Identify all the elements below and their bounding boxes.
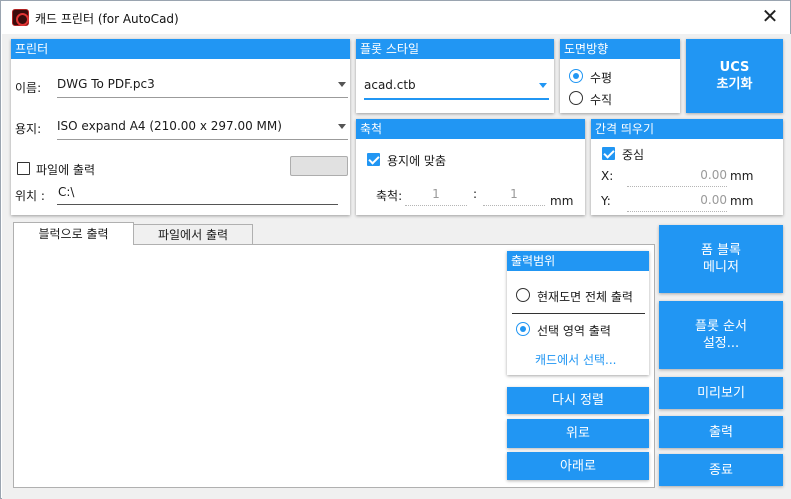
move-down-button[interactable]: 아래로	[507, 452, 649, 480]
printer-name-value: DWG To PDF.pc3	[57, 77, 155, 91]
offset-y-unit: mm	[730, 194, 754, 208]
scale-left-field[interactable]: 1	[405, 187, 467, 206]
offset-x-field[interactable]: 0.00	[627, 168, 727, 187]
paper-size-value: ISO expand A4 (210.00 x 297.00 MM)	[57, 119, 282, 133]
printer-name-select[interactable]: DWG To PDF.pc3	[57, 77, 348, 98]
plot-style-select[interactable]: acad.ctb	[364, 78, 549, 100]
print-to-file-checkbox[interactable]	[17, 162, 30, 175]
paper-label: 용지:	[15, 122, 42, 136]
plot-style-header: 플롯 스타일	[356, 39, 554, 59]
browse-location-button[interactable]	[290, 156, 348, 176]
scale-right-field[interactable]: 1	[483, 187, 545, 206]
close-icon[interactable]: ✕	[758, 5, 782, 29]
orientation-horizontal-label: 수평	[590, 71, 613, 85]
print-button[interactable]: 출력	[659, 416, 783, 448]
chevron-down-icon	[338, 82, 346, 87]
scale-unit-label: mm	[550, 194, 574, 208]
print-range-panel: 출력범위 현재도면 전체 출력 선택 영역 출력 캐드에서 선택...	[507, 251, 649, 375]
print-all-radio[interactable]	[516, 288, 530, 302]
printer-panel-header: 프린터	[11, 39, 350, 59]
orientation-header: 도면방향	[560, 39, 680, 59]
print-all-label: 현재도면 전체 출력	[537, 290, 633, 304]
offset-header: 간격 띄우기	[591, 119, 783, 139]
printer-name-label: 이름:	[15, 81, 42, 95]
offset-panel: 간격 띄우기 중심 X: 0.00 mm Y: 0.00 mm	[591, 119, 783, 215]
offset-x-label: X:	[601, 169, 614, 183]
print-range-divider	[512, 313, 645, 314]
resort-button[interactable]: 다시 정렬	[507, 387, 649, 414]
print-range-header: 출력범위	[507, 251, 649, 271]
app-window: 캐드 프린터 (for AutoCad) ✕ 프린터 이름: DWG To PD…	[0, 0, 791, 499]
orientation-panel: 도면방향 수평 수직	[560, 39, 680, 113]
scale-panel: 축척 용지에 맞춤 축척: 1 : 1 mm	[356, 119, 585, 215]
printer-panel: 프린터 이름: DWG To PDF.pc3 용지: ISO expand A4…	[11, 39, 350, 215]
tab-file-output[interactable]: 파일에서 출력	[133, 224, 253, 245]
move-up-button[interactable]: 위로	[507, 419, 649, 448]
center-label: 중심	[622, 148, 645, 162]
paper-size-select[interactable]: ISO expand A4 (210.00 x 297.00 MM)	[57, 119, 348, 140]
scale-separator: :	[473, 187, 478, 201]
orientation-vertical-radio[interactable]	[569, 91, 583, 105]
orientation-horizontal-radio[interactable]	[569, 69, 583, 83]
title-bar: 캐드 프린터 (for AutoCad) ✕	[1, 1, 790, 34]
location-label: 위치 :	[15, 189, 45, 203]
plot-style-panel: 플롯 스타일 acad.ctb	[356, 39, 554, 113]
plot-style-value: acad.ctb	[364, 78, 416, 92]
app-logo-icon	[12, 9, 29, 26]
window-title: 캐드 프린터 (for AutoCad)	[35, 12, 179, 26]
offset-y-label: Y:	[601, 194, 611, 208]
exit-button[interactable]: 종료	[659, 454, 783, 486]
print-to-file-label: 파일에 출력	[36, 163, 96, 177]
center-checkbox[interactable]	[602, 147, 615, 160]
plot-order-button[interactable]: 플롯 순서 설정...	[659, 301, 783, 369]
print-selection-radio[interactable]	[516, 322, 530, 336]
location-field[interactable]: C:\	[57, 185, 338, 205]
chevron-down-icon	[539, 83, 547, 88]
scale-header: 축척	[356, 119, 585, 139]
scale-label: 축척:	[376, 189, 403, 203]
chevron-down-icon	[338, 124, 346, 129]
print-selection-label: 선택 영역 출력	[537, 324, 611, 338]
fit-to-paper-checkbox[interactable]	[367, 153, 380, 166]
offset-y-field[interactable]: 0.00	[627, 193, 727, 212]
form-block-manager-button[interactable]: 폼 블록 메니저	[659, 225, 783, 293]
fit-to-paper-label: 용지에 맞춤	[387, 154, 447, 168]
preview-button[interactable]: 미리보기	[659, 377, 783, 409]
offset-x-unit: mm	[730, 169, 754, 183]
tab-block-output[interactable]: 블럭으로 출력	[13, 222, 134, 245]
dialog-body: 프린터 이름: DWG To PDF.pc3 용지: ISO expand A4…	[2, 34, 791, 499]
ucs-reset-button[interactable]: UCS 초기화	[686, 39, 783, 113]
select-in-cad-link[interactable]: 캐드에서 선택...	[535, 351, 617, 368]
orientation-vertical-label: 수직	[590, 93, 613, 107]
